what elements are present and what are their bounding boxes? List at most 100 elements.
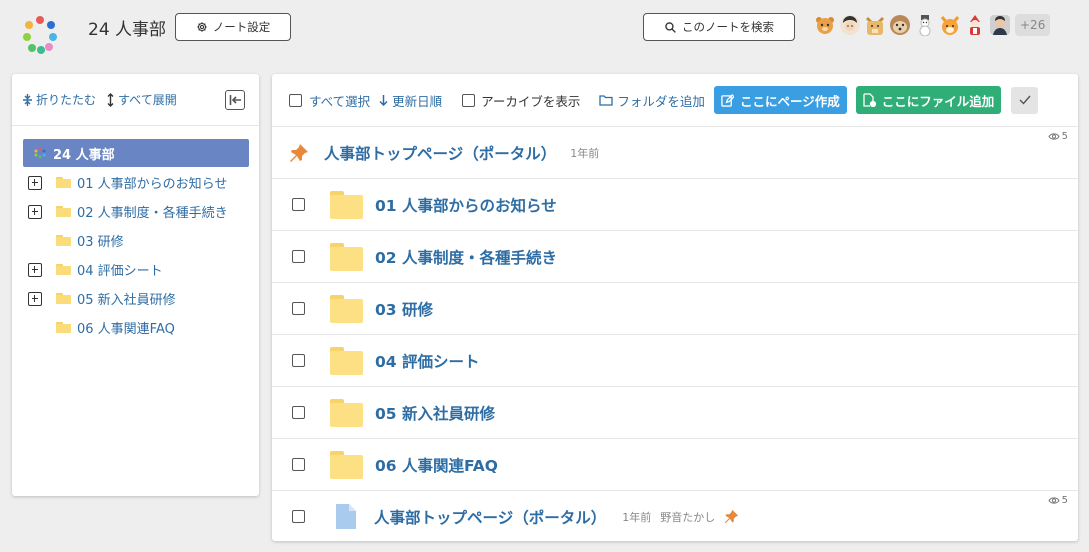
note-search-button[interactable]: このノートを検索 [643, 13, 795, 41]
show-archive-label[interactable]: アーカイブを表示 [481, 91, 580, 110]
select-all-label[interactable]: すべて選択 [309, 91, 370, 110]
expand-all-button[interactable]: すべて展開 [106, 91, 177, 108]
search-icon [665, 21, 676, 33]
doll-icon[interactable] [964, 14, 986, 36]
note-settings-button[interactable]: ノート設定 [175, 13, 291, 41]
view-count-value: 5 [1061, 495, 1068, 506]
expand-arrows-icon [107, 92, 114, 107]
tree-item-training[interactable]: 03 研修 [23, 226, 249, 255]
tree-item-faq[interactable]: 06 人事関連FAQ [23, 313, 249, 342]
folder-icon [330, 190, 363, 219]
folder-row[interactable]: 05 新入社員研修 [272, 387, 1078, 439]
note-title: 24 人事部 [88, 20, 167, 40]
folder-icon [56, 177, 71, 188]
collapse-all-button[interactable]: 折りたたむ [22, 91, 96, 108]
folder-icon [330, 450, 363, 479]
show-archive-checkbox[interactable] [462, 93, 476, 107]
folder-tree-sidebar: 折りたたむ すべて展開 24 人事部 01 人事部からのお知らせ 02 人事制度… [12, 74, 259, 496]
row-checkbox[interactable] [292, 250, 305, 263]
pin-icon[interactable] [724, 509, 739, 524]
person-icon[interactable] [989, 14, 1011, 36]
folder-title[interactable]: 06 人事関連FAQ [375, 454, 498, 476]
view-count: 5 [1048, 495, 1068, 506]
note-search-label: このノートを検索 [682, 20, 774, 34]
add-file-label: ここにファイル追加 [881, 93, 995, 109]
folder-row[interactable]: 06 人事関連FAQ [272, 439, 1078, 491]
collapse-arrows-icon [23, 93, 32, 106]
row-checkbox[interactable] [292, 406, 305, 419]
row-checkbox[interactable] [292, 198, 305, 211]
sort-label: 更新日順 [392, 93, 443, 109]
page-document-icon [336, 504, 356, 529]
select-all-checkbox[interactable] [289, 93, 302, 107]
tree-item-label: 06 人事関連FAQ [77, 322, 175, 337]
tree-item-label: 04 評価シート [77, 264, 163, 279]
person-icon[interactable] [839, 14, 861, 36]
page-row[interactable]: 人事部トップページ（ポータル） 1年前 野音たかし 5 [272, 491, 1078, 542]
add-folder-button[interactable]: フォルダを追加 [599, 91, 705, 110]
folder-icon [330, 398, 363, 427]
folder-title[interactable]: 03 研修 [375, 298, 433, 320]
pinned-page-time: 1年前 [570, 146, 600, 160]
tree-item-evaluation[interactable]: 04 評価シート [23, 255, 249, 284]
gear-icon [197, 22, 207, 32]
expand-plus-icon[interactable] [28, 175, 42, 190]
folder-icon [56, 235, 71, 246]
check-icon [1019, 95, 1031, 105]
sort-button[interactable]: 更新日順 [379, 91, 442, 110]
tree-item-announcements[interactable]: 01 人事部からのお知らせ [23, 168, 249, 197]
expand-plus-icon[interactable] [28, 291, 42, 306]
folder-icon [56, 206, 71, 217]
note-settings-label: ノート設定 [212, 20, 271, 34]
folder-title[interactable]: 01 人事部からのお知らせ [375, 194, 557, 216]
dog-icon[interactable] [889, 14, 911, 36]
folder-row[interactable]: 04 評価シート [272, 335, 1078, 387]
create-page-label: ここにページ作成 [739, 93, 840, 109]
close-sidebar-button[interactable] [225, 90, 245, 110]
fox-icon[interactable] [939, 14, 961, 36]
add-file-button[interactable]: ここにファイル追加 [855, 86, 1002, 114]
folder-title[interactable]: 04 評価シート [375, 350, 479, 372]
tree-item-label: 03 研修 [77, 235, 124, 250]
app-logo[interactable] [22, 16, 58, 54]
row-checkbox[interactable] [292, 510, 305, 523]
arrow-down-icon [379, 95, 388, 106]
eye-icon [1048, 133, 1060, 140]
folder-icon [56, 293, 71, 304]
bear-icon[interactable] [814, 14, 836, 36]
view-count: 5 [1048, 131, 1068, 142]
tree-item-procedures[interactable]: 02 人事制度・各種手続き [23, 197, 249, 226]
add-folder-label: フォルダを追加 [617, 93, 705, 109]
pinned-page-row[interactable]: 人事部トップページ（ポータル） 1年前 5 [272, 127, 1078, 179]
row-checkbox[interactable] [292, 302, 305, 315]
folder-title[interactable]: 02 人事制度・各種手続き [375, 246, 557, 268]
tree-item-root[interactable]: 24 人事部 [23, 139, 249, 167]
folder-icon [56, 322, 71, 333]
row-checkbox[interactable] [292, 354, 305, 367]
row-checkbox[interactable] [292, 458, 305, 471]
page-time: 1年前 [622, 510, 652, 524]
pin-icon [290, 143, 308, 162]
list-toolbar: すべて選択 更新日順 アーカイブを表示 フォルダを追加 ここにページ作成 ここに… [272, 74, 1078, 127]
expand-all-label: すべて展開 [118, 93, 177, 107]
expand-plus-icon[interactable] [28, 204, 42, 219]
folder-row[interactable]: 02 人事制度・各種手続き [272, 231, 1078, 283]
create-page-button[interactable]: ここにページ作成 [713, 86, 847, 114]
page-title[interactable]: 人事部トップページ（ポータル） [374, 506, 606, 528]
folder-icon [330, 346, 363, 375]
tree-item-label: 01 人事部からのお知らせ [77, 177, 228, 192]
members-more-badge[interactable]: +26 [1015, 14, 1051, 36]
tree-item-new-hire[interactable]: 05 新入社員研修 [23, 284, 249, 313]
folder-row[interactable]: 01 人事部からのお知らせ [272, 179, 1078, 231]
sidebar-toolbar: 折りたたむ すべて展開 [12, 74, 259, 126]
folder-title[interactable]: 05 新入社員研修 [375, 402, 495, 424]
folder-tree: 24 人事部 01 人事部からのお知らせ 02 人事制度・各種手続き 03 研修… [12, 126, 259, 342]
folder-icon [56, 264, 71, 275]
bulk-action-button[interactable] [1011, 86, 1039, 114]
pinned-page-title[interactable]: 人事部トップページ（ポータル） [324, 142, 556, 164]
folder-row[interactable]: 03 研修 [272, 283, 1078, 335]
cat-icon[interactable] [864, 14, 886, 36]
snowman-icon[interactable] [914, 14, 936, 36]
expand-plus-icon[interactable] [28, 262, 42, 277]
page-author[interactable]: 野音たかし [660, 509, 715, 525]
